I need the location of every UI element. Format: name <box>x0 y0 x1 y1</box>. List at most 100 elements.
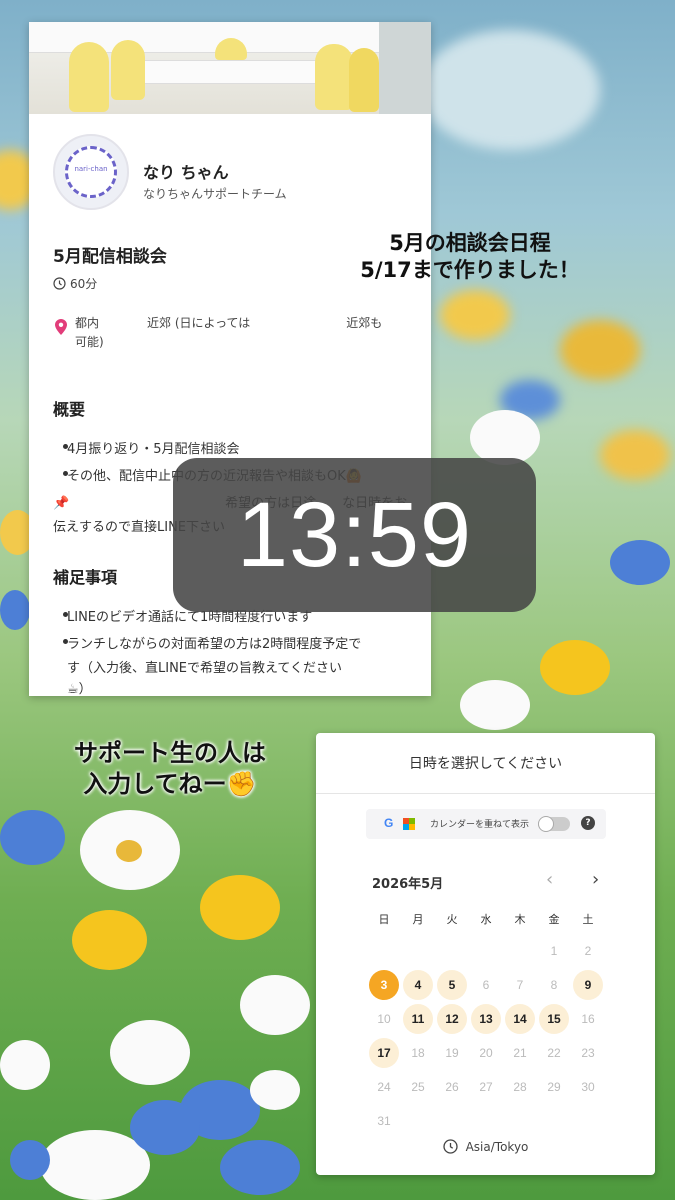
weekday-label: 火 <box>446 913 458 926</box>
flower-blur <box>600 430 670 480</box>
duration: 60分 <box>53 275 97 292</box>
blue-flower <box>130 1100 200 1155</box>
overview-heading: 概要 <box>53 400 86 419</box>
supplement-item-cont: ☕） <box>67 682 92 696</box>
team-name: なりちゃんサポートチーム <box>143 187 287 201</box>
location-pin-icon <box>55 319 67 335</box>
instruction-line2: 入力してねー✊ <box>83 770 257 799</box>
chair <box>69 42 109 112</box>
help-icon[interactable]: ? <box>581 816 595 830</box>
calendar-day-unavailable: 25 <box>411 1080 425 1094</box>
supplement-item: ランチしながらの対面希望の方は2時間程度予定で <box>62 633 361 652</box>
avatar-logo-text: nari-chan <box>74 165 108 173</box>
calendar-day-unavailable: 19 <box>445 1046 459 1060</box>
calendar-day-unavailable: 1 <box>550 944 558 958</box>
divider <box>316 793 655 794</box>
location-line2: 可能) <box>75 335 104 349</box>
calendar-day-unavailable: 21 <box>513 1046 527 1060</box>
duration-text: 60分 <box>70 277 98 291</box>
timezone-label: Asia/Tokyo <box>465 1139 529 1154</box>
calendar-overlay-row: G カレンダーを重ねて表示 ? <box>366 809 606 839</box>
supplement-heading: 補足事項 <box>53 568 118 587</box>
blue-flower <box>10 1140 50 1180</box>
blue-flower <box>220 1140 300 1195</box>
calendar-day-unavailable: 30 <box>581 1080 595 1094</box>
calendar-day-available[interactable]: 12 <box>437 1004 467 1034</box>
blue-flower <box>610 540 670 585</box>
weekday-label: 日 <box>378 913 390 926</box>
chair <box>315 44 353 110</box>
daisy <box>110 1020 190 1085</box>
clock-icon <box>53 277 66 290</box>
announcement-line1: 5月の相談会日程 <box>389 231 551 255</box>
event-title: 5月配信相談会 <box>53 247 167 267</box>
clock-time: 13:59 <box>236 483 473 586</box>
prev-month-button[interactable]: ‹ <box>546 869 553 890</box>
daisy <box>470 410 540 465</box>
calendar-day-unavailable: 28 <box>513 1080 527 1094</box>
student-instruction: サポート生の人は 入力してねー✊ <box>30 738 310 800</box>
calendar-day-unavailable: 18 <box>411 1046 425 1060</box>
weekday-label: 月 <box>412 913 424 926</box>
daisy <box>240 975 310 1035</box>
table <box>129 60 341 84</box>
calendar-day-unavailable: 27 <box>479 1080 493 1094</box>
calendar-day-unavailable: 22 <box>547 1046 561 1060</box>
weekday-label: 金 <box>548 913 560 926</box>
calendar-day-available[interactable]: 17 <box>369 1038 399 1068</box>
yellow-flower <box>72 910 147 970</box>
clock-icon <box>442 1139 458 1154</box>
google-icon: G <box>384 816 394 830</box>
calendar-day-unavailable: 16 <box>581 1012 595 1026</box>
calendar-day-available[interactable]: 13 <box>471 1004 501 1034</box>
date-picker-header: 日時を選択してください <box>408 756 563 772</box>
calendar-day-available[interactable]: 5 <box>437 970 467 1000</box>
yellow-flower <box>540 640 610 695</box>
blue-flower <box>0 810 65 865</box>
window <box>379 22 431 114</box>
calendar-day-unavailable: 6 <box>482 978 490 992</box>
next-month-button[interactable]: › <box>592 869 599 890</box>
weekday-label: 木 <box>514 913 526 926</box>
banner-image <box>29 22 431 114</box>
yellow-flower <box>200 875 280 940</box>
calendar-day-unavailable: 2 <box>584 944 592 958</box>
calendar-day-available[interactable]: 14 <box>505 1004 535 1034</box>
calendar-day-available[interactable]: 9 <box>573 970 603 1000</box>
calendar-day-unavailable: 29 <box>547 1080 561 1094</box>
calendar-day-unavailable: 26 <box>445 1080 459 1094</box>
host-name: なり ちゃん <box>143 163 229 182</box>
sky-blur <box>420 30 600 150</box>
timezone[interactable]: Asia/Tokyo <box>316 1139 655 1154</box>
flower-blur <box>560 320 640 380</box>
weekday-label: 水 <box>480 913 492 926</box>
calendar-day-available[interactable]: 4 <box>403 970 433 1000</box>
calendar-month: 2026年5月 <box>372 877 444 892</box>
announcement-line2: 5/17まで作りました！ <box>360 258 580 283</box>
instruction-line1: サポート生の人は <box>74 739 266 767</box>
calendar-day-selected[interactable]: 3 <box>369 970 399 1000</box>
daisy <box>250 1070 300 1110</box>
clock-widget: 13:59 <box>173 458 536 612</box>
calendar-day-available[interactable]: 11 <box>403 1004 433 1034</box>
calendar-day-unavailable: 31 <box>377 1114 391 1128</box>
overview-item: 4月振り返り・5月配信相談会 <box>63 438 240 457</box>
date-picker-card: 日時を選択してください G カレンダーを重ねて表示 ? 2026年5月 ‹ › … <box>316 733 655 1175</box>
location-line1: 都内 近郊 (日によっては 近郊も <box>75 316 383 330</box>
calendar-day-unavailable: 8 <box>550 978 558 992</box>
blue-flower <box>0 590 30 630</box>
flower-blur <box>440 290 510 340</box>
calendar-day-available[interactable]: 15 <box>539 1004 569 1034</box>
schedule-announcement: 5月の相談会日程 5/17まで作りました！ <box>300 230 640 285</box>
avatar: nari-chan <box>53 134 129 210</box>
daisy-center <box>116 840 142 862</box>
calendar-day-unavailable: 10 <box>377 1012 391 1026</box>
calendar-day-unavailable: 23 <box>581 1046 595 1060</box>
overlay-calendar-label: カレンダーを重ねて表示 <box>430 820 530 830</box>
calendar-day-unavailable: 20 <box>479 1046 493 1060</box>
calendar-day-unavailable: 24 <box>377 1080 391 1094</box>
overlay-toggle[interactable] <box>538 816 570 832</box>
microsoft-icon <box>403 818 415 830</box>
supplement-item-cont: す（入力後、直LINEで希望の旨教えてください <box>67 661 342 676</box>
chair <box>111 40 145 100</box>
